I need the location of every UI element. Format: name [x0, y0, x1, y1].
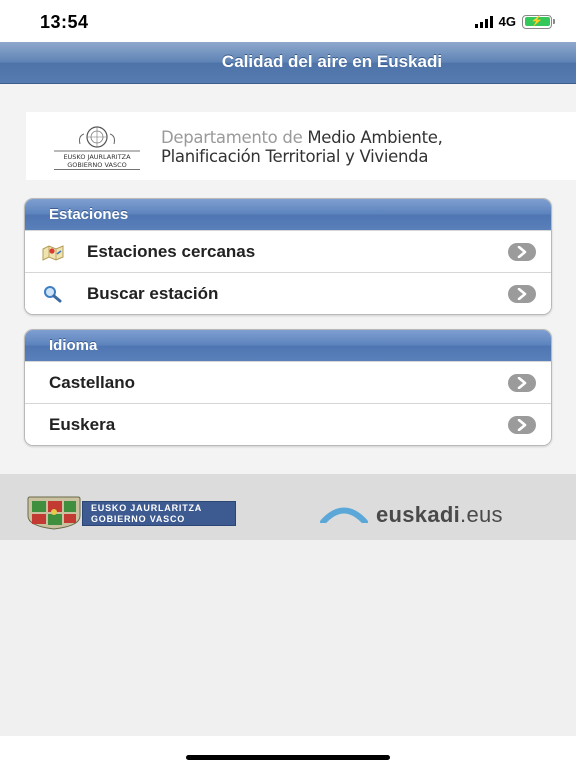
navigation-bar: Calidad del aire en Euskadi: [0, 42, 576, 84]
euskadi-eus-logo[interactable]: euskadi.eus: [320, 502, 552, 528]
basque-government-emblem-icon: EUSKO JAURLARITZA GOBIERNO VASCO: [54, 126, 140, 170]
language-euskera-label: Euskera: [49, 415, 116, 434]
search-station-label: Buscar estación: [87, 284, 219, 303]
chevron-right-icon: [508, 416, 536, 434]
status-time: 13:54: [40, 12, 89, 32]
main-content: EUSKO JAURLARITZA GOBIERNO VASCO Departa…: [0, 84, 576, 474]
gov-line-1: EUSKO JAURLARITZA: [91, 503, 203, 513]
nearby-stations-label: Estaciones cercanas: [87, 242, 256, 261]
gobierno-vasco-shield-icon: [27, 496, 81, 530]
language-group: Idioma Castellano Euskera: [24, 329, 552, 446]
footer-logos: EUSKO JAURLARITZA GOBIERNO VASCO euskadi…: [0, 474, 576, 540]
battery-icon: ⚡: [522, 14, 555, 29]
signal-strength-icon: [474, 15, 493, 28]
department-banner: EUSKO JAURLARITZA GOBIERNO VASCO Departa…: [26, 112, 576, 180]
department-area: Medio Ambiente,: [307, 128, 443, 147]
chevron-right-icon: [508, 374, 536, 392]
page-title: Calidad del aire en Euskadi: [221, 52, 443, 71]
euskadi-arc-icon: [320, 507, 368, 523]
language-euskera-row[interactable]: Euskera: [25, 403, 551, 445]
emblem-caption-1: EUSKO JAURLARITZA: [63, 153, 131, 161]
department-name: Departamento de Medio Ambiente, Planific…: [161, 128, 443, 166]
chevron-right-icon: [508, 243, 536, 261]
department-area-line2: Planificación Territorial y Vivienda: [161, 147, 429, 166]
stations-group-header: Estaciones: [25, 199, 551, 230]
status-indicators: 4G ⚡: [474, 14, 555, 29]
language-castellano-row[interactable]: Castellano: [25, 361, 551, 403]
home-indicator-area: [0, 736, 576, 768]
euskadi-tld: .eus: [460, 502, 503, 527]
home-indicator[interactable]: [186, 755, 390, 760]
language-group-header: Idioma: [25, 330, 551, 361]
chevron-right-icon: [508, 285, 536, 303]
charging-bolt-icon: ⚡: [530, 15, 544, 27]
status-bar: 13:54 4G ⚡: [0, 0, 576, 42]
euskadi-name: euskadi: [376, 502, 461, 527]
department-prefix: Departamento de: [161, 128, 308, 147]
map-icon: [42, 245, 64, 261]
nearby-stations-row[interactable]: Estaciones cercanas: [25, 230, 551, 272]
emblem-caption-2: GOBIERNO VASCO: [67, 161, 126, 169]
stations-group: Estaciones Estaciones cercanas Buscar es…: [24, 198, 552, 315]
gobierno-vasco-logo[interactable]: EUSKO JAURLARITZA GOBIERNO VASCO: [24, 496, 236, 530]
network-label: 4G: [498, 14, 516, 29]
gobierno-vasco-plate: EUSKO JAURLARITZA GOBIERNO VASCO: [82, 501, 236, 526]
magnifier-icon: [44, 286, 62, 303]
euskadi-wordmark: euskadi.eus: [376, 502, 503, 528]
language-castellano-label: Castellano: [49, 373, 135, 392]
gov-line-2: GOBIERNO VASCO: [91, 514, 186, 524]
search-station-row[interactable]: Buscar estación: [25, 272, 551, 314]
